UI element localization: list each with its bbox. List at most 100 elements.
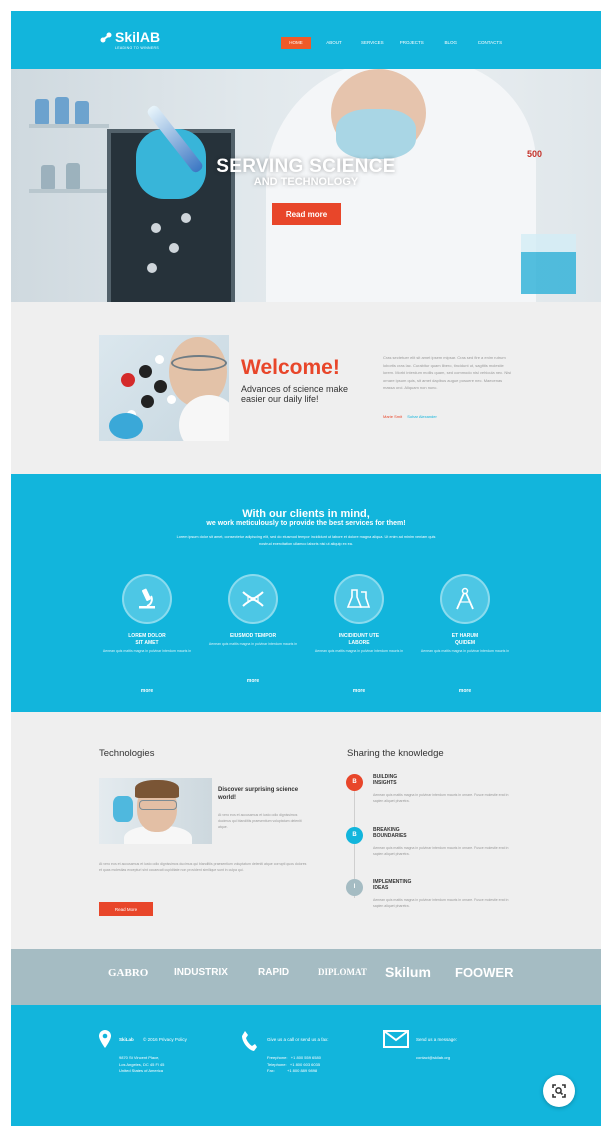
brand-foower[interactable]: FOOWER — [455, 965, 514, 980]
service-item: LOREM DOLOR SIT AMET Aenean quis mattis … — [99, 574, 195, 655]
service-text: Aenean quis mattis magna in pulvinar int… — [420, 649, 510, 653]
service-more-link[interactable]: more — [417, 688, 513, 694]
tech-text: At vero eos et accusamus et iusto odio d… — [218, 813, 302, 829]
technologies-heading: Technologies — [99, 748, 155, 759]
services-description: Lorem ipsum dolor sit amet, consectetur … — [176, 535, 436, 546]
flask-image — [113, 796, 133, 822]
knowledge-text: Aenean quis mattis magna in pulvinar int… — [373, 793, 509, 803]
nav-services[interactable]: SERVICES — [357, 37, 388, 49]
site-footer: SkiLab © 2016 Privacy Policy 9870 St Vin… — [11, 1005, 601, 1126]
logo-tagline: LEADING TO WINNERS — [115, 46, 159, 50]
atom-black — [139, 365, 152, 378]
welcome-text: Cras sectetuer elit sit amet ipsem mipsa… — [383, 355, 512, 390]
service-icon-circle[interactable] — [228, 574, 278, 624]
service-item: INCIDIDUNT UTE LABORE Aenean quis mattis… — [311, 574, 407, 655]
molecule-atom — [147, 263, 157, 273]
brand-diplomat[interactable]: DIPLOMAT — [318, 967, 367, 977]
main-nav: HOME ABOUT SERVICES PROJECTS BLOG CONTAC… — [281, 37, 506, 49]
welcome-image — [99, 335, 229, 441]
scientist-hair — [135, 780, 179, 798]
glove-image — [109, 413, 143, 439]
knowledge-title: BREAKING BOUNDARIES — [373, 827, 407, 839]
nav-contacts[interactable]: CONTACTS — [474, 37, 506, 49]
tech-text-long: At vero eos et accusamus et iusto odio d… — [99, 862, 307, 872]
service-name: INCIDIDUNT UTE LABORE — [338, 633, 380, 646]
welcome-title: Welcome! — [241, 356, 340, 379]
goggles — [171, 355, 227, 371]
scientist-mask — [336, 109, 416, 159]
tech-section: Technologies Discover surprising science… — [11, 712, 601, 949]
knowledge-title: BUILDING INSIGHTS — [373, 774, 398, 786]
services-title: With our clients in mind, — [242, 508, 370, 520]
atom-black — [154, 380, 167, 393]
hero-read-more-button[interactable]: Read more — [272, 203, 341, 225]
service-item: ET HARUM QUIDEM Aenean quis mattis magna… — [417, 574, 513, 655]
shelf-decoration — [29, 189, 109, 193]
hero-subtitle: AND TECHNOLOGY — [253, 176, 359, 188]
service-icon-circle[interactable] — [440, 574, 490, 624]
molecule-atom — [169, 243, 179, 253]
flasks-icon — [346, 589, 371, 608]
hero-title: SERVING SCIENCE — [216, 156, 396, 177]
page-frame: SkilAB LEADING TO WINNERS HOME ABOUT SER… — [11, 11, 601, 1126]
knowledge-heading: Sharing the knowledge — [347, 748, 444, 759]
footer-call-heading: Give us a call or send us a fax: — [267, 1037, 329, 1042]
welcome-link-1[interactable]: Marie Smit — [383, 414, 402, 419]
logo-icon — [100, 32, 112, 43]
shelf-decoration — [29, 124, 109, 128]
atom-white — [155, 355, 164, 364]
knowledge-title: IMPLEMENTING IDEAS — [373, 879, 412, 891]
brand-industrix[interactable]: INDUSTRIX — [174, 967, 228, 978]
envelope-icon — [383, 1030, 409, 1048]
footer-copyright[interactable]: © 2016 Privacy Policy — [143, 1037, 187, 1042]
atom-white — [167, 395, 176, 404]
service-item: EIUSMOD TEMPOR Aenean quis mattis magna … — [205, 574, 301, 648]
service-name: EIUSMOD TEMPOR — [229, 633, 277, 639]
services-section: With our clients in mind, we work meticu… — [11, 474, 601, 712]
microscope-icon — [139, 588, 155, 609]
footer-company: SkiLab — [119, 1037, 134, 1042]
visual-search-button[interactable] — [543, 1075, 575, 1107]
service-more-link[interactable]: more — [205, 678, 301, 684]
timeline-dot: B — [346, 774, 363, 791]
hero-slider: 500 SERVING SCIENCE AND TECHNOLOGY Read … — [11, 69, 601, 302]
logo-text: SkilAB — [115, 29, 161, 45]
welcome-section: Welcome! Advances of science make easier… — [11, 302, 601, 474]
service-text: Aenean quis mattis magna in pulvinar int… — [208, 642, 298, 646]
timeline-dot: B — [346, 827, 363, 844]
footer-message-heading: Send us a message: — [416, 1037, 458, 1042]
knowledge-text: Aenean quis mattis magna in pulvinar int… — [373, 846, 509, 856]
tech-title: Discover surprising science world! — [218, 787, 299, 801]
beaker-image — [521, 234, 576, 294]
brand-gabro[interactable]: GABRO — [108, 967, 148, 979]
molecule-atom — [181, 213, 191, 223]
site-header: SkilAB LEADING TO WINNERS HOME ABOUT SER… — [11, 11, 601, 69]
brand-skilum[interactable]: Skilum — [385, 964, 431, 980]
bottle-decoration — [55, 97, 69, 124]
atom-black — [141, 395, 154, 408]
nav-home[interactable]: HOME — [281, 37, 311, 49]
nav-projects[interactable]: PROJECTS — [396, 37, 428, 49]
bottle-decoration — [75, 101, 89, 124]
welcome-subtitle: Advances of science make easier our dail… — [241, 384, 349, 404]
goggles — [139, 800, 177, 810]
welcome-links: Marie Smit Sohar Alexander — [383, 414, 437, 419]
phone-icon — [242, 1031, 257, 1051]
service-icon-circle[interactable] — [122, 574, 172, 624]
footer-phones: Freephone: +1 800 559 6580 Telephone: +1… — [267, 1055, 321, 1073]
service-more-link[interactable]: more — [99, 688, 195, 694]
footer-email[interactable]: contact@skilab.org — [416, 1055, 450, 1062]
service-text: Aenean quis mattis magna in pulvinar int… — [314, 649, 404, 653]
welcome-link-2[interactable]: Sohar Alexander — [407, 414, 437, 419]
service-more-link[interactable]: more — [311, 688, 407, 694]
tech-read-more-button[interactable]: Read More — [99, 902, 153, 916]
nav-about[interactable]: ABOUT — [319, 37, 349, 49]
knowledge-text: Aenean quis mattis magna in pulvinar int… — [373, 898, 509, 908]
service-name: ET HARUM QUIDEM — [451, 633, 479, 646]
brand-rapid[interactable]: RAPID — [258, 967, 289, 978]
timeline-dot: I — [346, 879, 363, 896]
technologies-image — [99, 778, 212, 844]
service-name: LOREM DOLOR SIT AMET — [128, 633, 166, 646]
service-icon-circle[interactable] — [334, 574, 384, 624]
nav-blog[interactable]: BLOG — [436, 37, 466, 49]
